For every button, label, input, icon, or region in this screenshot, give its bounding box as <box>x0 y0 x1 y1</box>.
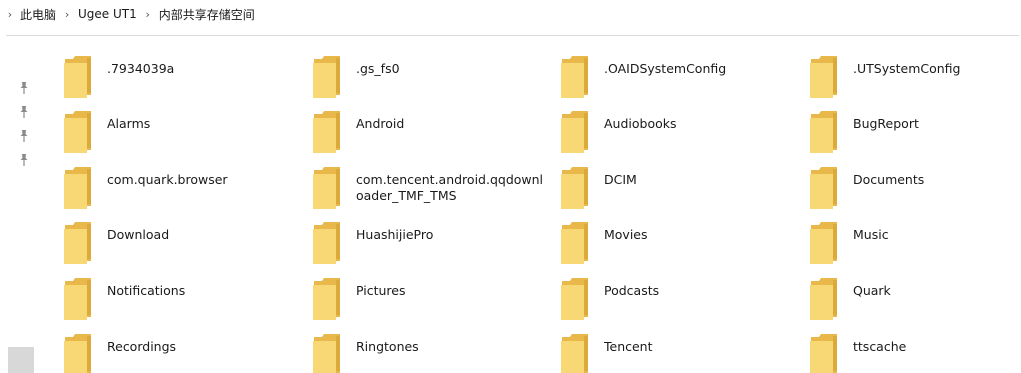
folder-label: Alarms <box>107 116 151 131</box>
folder-icon <box>313 278 340 320</box>
folder-label: Quark <box>853 283 891 298</box>
folder-label: Music <box>853 227 889 242</box>
folder-icon <box>561 222 588 264</box>
folder-label: .7934039a <box>107 61 175 76</box>
folder-label: HuashijiePro <box>356 227 434 242</box>
folder-label: .UTSystemConfig <box>853 61 961 76</box>
folder-label: ttscache <box>853 339 907 354</box>
folder-icon <box>810 278 837 320</box>
folder-icon <box>561 56 588 98</box>
folder-item[interactable]: Download <box>63 212 303 264</box>
folder-item[interactable]: com.quark.browser <box>63 157 303 209</box>
folder-item[interactable]: com.tencent.android.qqdownloader_TMF_TMS <box>312 157 552 209</box>
folder-item[interactable]: Android <box>312 101 552 153</box>
folder-item[interactable]: Documents <box>809 157 1021 209</box>
folder-item[interactable]: .gs_fs0 <box>312 46 552 98</box>
folder-icon <box>64 167 91 209</box>
folder-item[interactable]: BugReport <box>809 101 1021 153</box>
breadcrumb: › 此电脑 › Ugee UT1 › 内部共享存储空间 <box>0 0 1021 28</box>
folder-icon <box>313 111 340 153</box>
breadcrumb-item-device[interactable]: Ugee UT1 <box>76 7 139 21</box>
folder-item[interactable]: Ringtones <box>312 324 552 373</box>
folder-icon <box>561 167 588 209</box>
folder-icon <box>313 334 340 373</box>
folder-label: Android <box>356 116 405 131</box>
folder-label: Download <box>107 227 170 242</box>
folder-label: Podcasts <box>604 283 660 298</box>
folder-icon <box>313 167 340 209</box>
folder-icon <box>64 222 91 264</box>
folder-label: Audiobooks <box>604 116 677 131</box>
folder-icon <box>64 111 91 153</box>
folder-item[interactable]: .OAIDSystemConfig <box>560 46 800 98</box>
folder-item[interactable]: Recordings <box>63 324 303 373</box>
chevron-right-icon[interactable]: › <box>58 8 76 21</box>
folder-item[interactable]: HuashijiePro <box>312 212 552 264</box>
folder-label: com.tencent.android.qqdownloader_TMF_TMS <box>356 172 544 203</box>
folder-icon <box>64 334 91 373</box>
folder-item[interactable]: DCIM <box>560 157 800 209</box>
folder-label: com.quark.browser <box>107 172 228 187</box>
file-explorer-window: › 此电脑 › Ugee UT1 › 内部共享存储空间 .7934039a .gs… <box>0 0 1021 373</box>
folder-icon <box>561 334 588 373</box>
folder-label: DCIM <box>604 172 637 187</box>
folder-grid: .7934039a .gs_fs0 .OAIDSystemConfig .UTSyst… <box>0 36 1021 373</box>
folder-icon <box>810 167 837 209</box>
folder-label: Recordings <box>107 339 177 354</box>
folder-icon <box>64 56 91 98</box>
folder-icon <box>810 111 837 153</box>
folder-item[interactable]: Notifications <box>63 268 303 320</box>
folder-icon <box>313 56 340 98</box>
folder-item[interactable]: Quark <box>809 268 1021 320</box>
folder-item[interactable]: Pictures <box>312 268 552 320</box>
folder-icon <box>810 222 837 264</box>
folder-icon <box>810 56 837 98</box>
folder-item[interactable]: Tencent <box>560 324 800 373</box>
folder-icon <box>561 278 588 320</box>
chevron-right-icon[interactable]: › <box>139 8 157 21</box>
folder-item[interactable]: Movies <box>560 212 800 264</box>
folder-icon <box>64 278 91 320</box>
folder-icon <box>561 111 588 153</box>
folder-label: Pictures <box>356 283 406 298</box>
chevron-right-icon[interactable]: › <box>2 8 18 21</box>
folder-item[interactable]: .7934039a <box>63 46 303 98</box>
folder-label: BugReport <box>853 116 919 131</box>
folder-item[interactable]: .UTSystemConfig <box>809 46 1021 98</box>
folder-label: Movies <box>604 227 648 242</box>
folder-label: Documents <box>853 172 925 187</box>
folder-label: .gs_fs0 <box>356 61 400 76</box>
folder-label: Notifications <box>107 283 186 298</box>
folder-item[interactable]: ttscache <box>809 324 1021 373</box>
folder-icon <box>810 334 837 373</box>
breadcrumb-item-this-pc[interactable]: 此电脑 <box>18 6 58 23</box>
folder-label: Ringtones <box>356 339 419 354</box>
folder-label: .OAIDSystemConfig <box>604 61 727 76</box>
folder-item[interactable]: Podcasts <box>560 268 800 320</box>
folder-item[interactable]: Alarms <box>63 101 303 153</box>
folder-item[interactable]: Audiobooks <box>560 101 800 153</box>
folder-icon <box>313 222 340 264</box>
folder-label: Tencent <box>604 339 653 354</box>
folder-item[interactable]: Music <box>809 212 1021 264</box>
breadcrumb-item-internal-storage[interactable]: 内部共享存储空间 <box>157 6 257 23</box>
